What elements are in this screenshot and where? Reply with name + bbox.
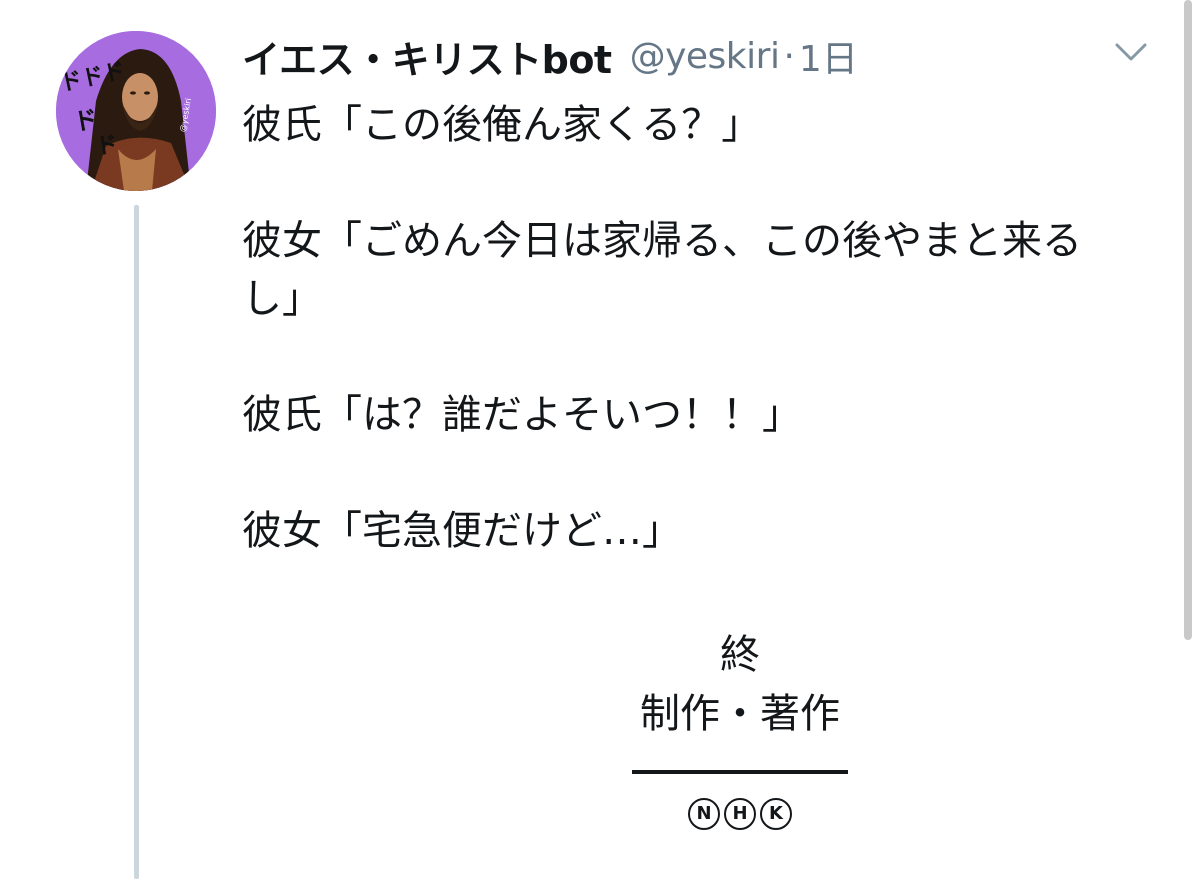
tweet-text: 彼氏「この後俺ん家くる？」 彼女「ごめん今日は家帰る、この後やまと来るし」 彼氏… — [242, 96, 1142, 560]
avatar[interactable]: ドドド ド ド @yeskiri — [56, 31, 216, 191]
broadcaster-letter-n: N — [688, 798, 720, 830]
broadcaster-logo: N H K — [630, 798, 850, 830]
thread-line — [134, 205, 139, 879]
display-name[interactable]: イエス・キリストbot — [242, 29, 612, 84]
timestamp[interactable]: 1日 — [799, 30, 858, 82]
broadcaster-letter-h: H — [724, 798, 756, 830]
chevron-down-icon[interactable] — [1110, 36, 1152, 68]
tweet-paragraph-4: 彼女「宅急便だけど…」 — [242, 508, 682, 554]
tweet-paragraph-1: 彼氏「この後俺ん家くる？」 — [242, 102, 762, 148]
svg-text:ド: ド — [71, 105, 99, 137]
tweet-header: イエス・キリストbot @yeskiri · 1日 — [242, 28, 858, 84]
credit-rule — [632, 770, 848, 774]
tweet-paragraph-3: 彼氏「は？誰だよそいつ！！」 — [242, 392, 802, 438]
scrollbar[interactable] — [1184, 0, 1192, 640]
credit-text: 制作・著作 — [640, 691, 840, 737]
tweet[interactable]: ドドド ド ド @yeskiri イエス・キリストbot @yeskiri · … — [0, 0, 1200, 879]
separator-dot: · — [783, 35, 795, 77]
end-mark: 終 — [720, 632, 760, 678]
svg-text:ド: ド — [94, 132, 119, 160]
tweet-paragraph-2: 彼女「ごめん今日は家帰る、この後やまと来るし」 — [242, 218, 1082, 322]
avatar-image: ドドド ド ド @yeskiri — [56, 31, 216, 191]
broadcaster-letter-k: K — [760, 798, 792, 830]
end-credit-block: 終 制作・著作 N H K — [630, 626, 850, 830]
handle[interactable]: @yeskiri — [630, 36, 780, 77]
